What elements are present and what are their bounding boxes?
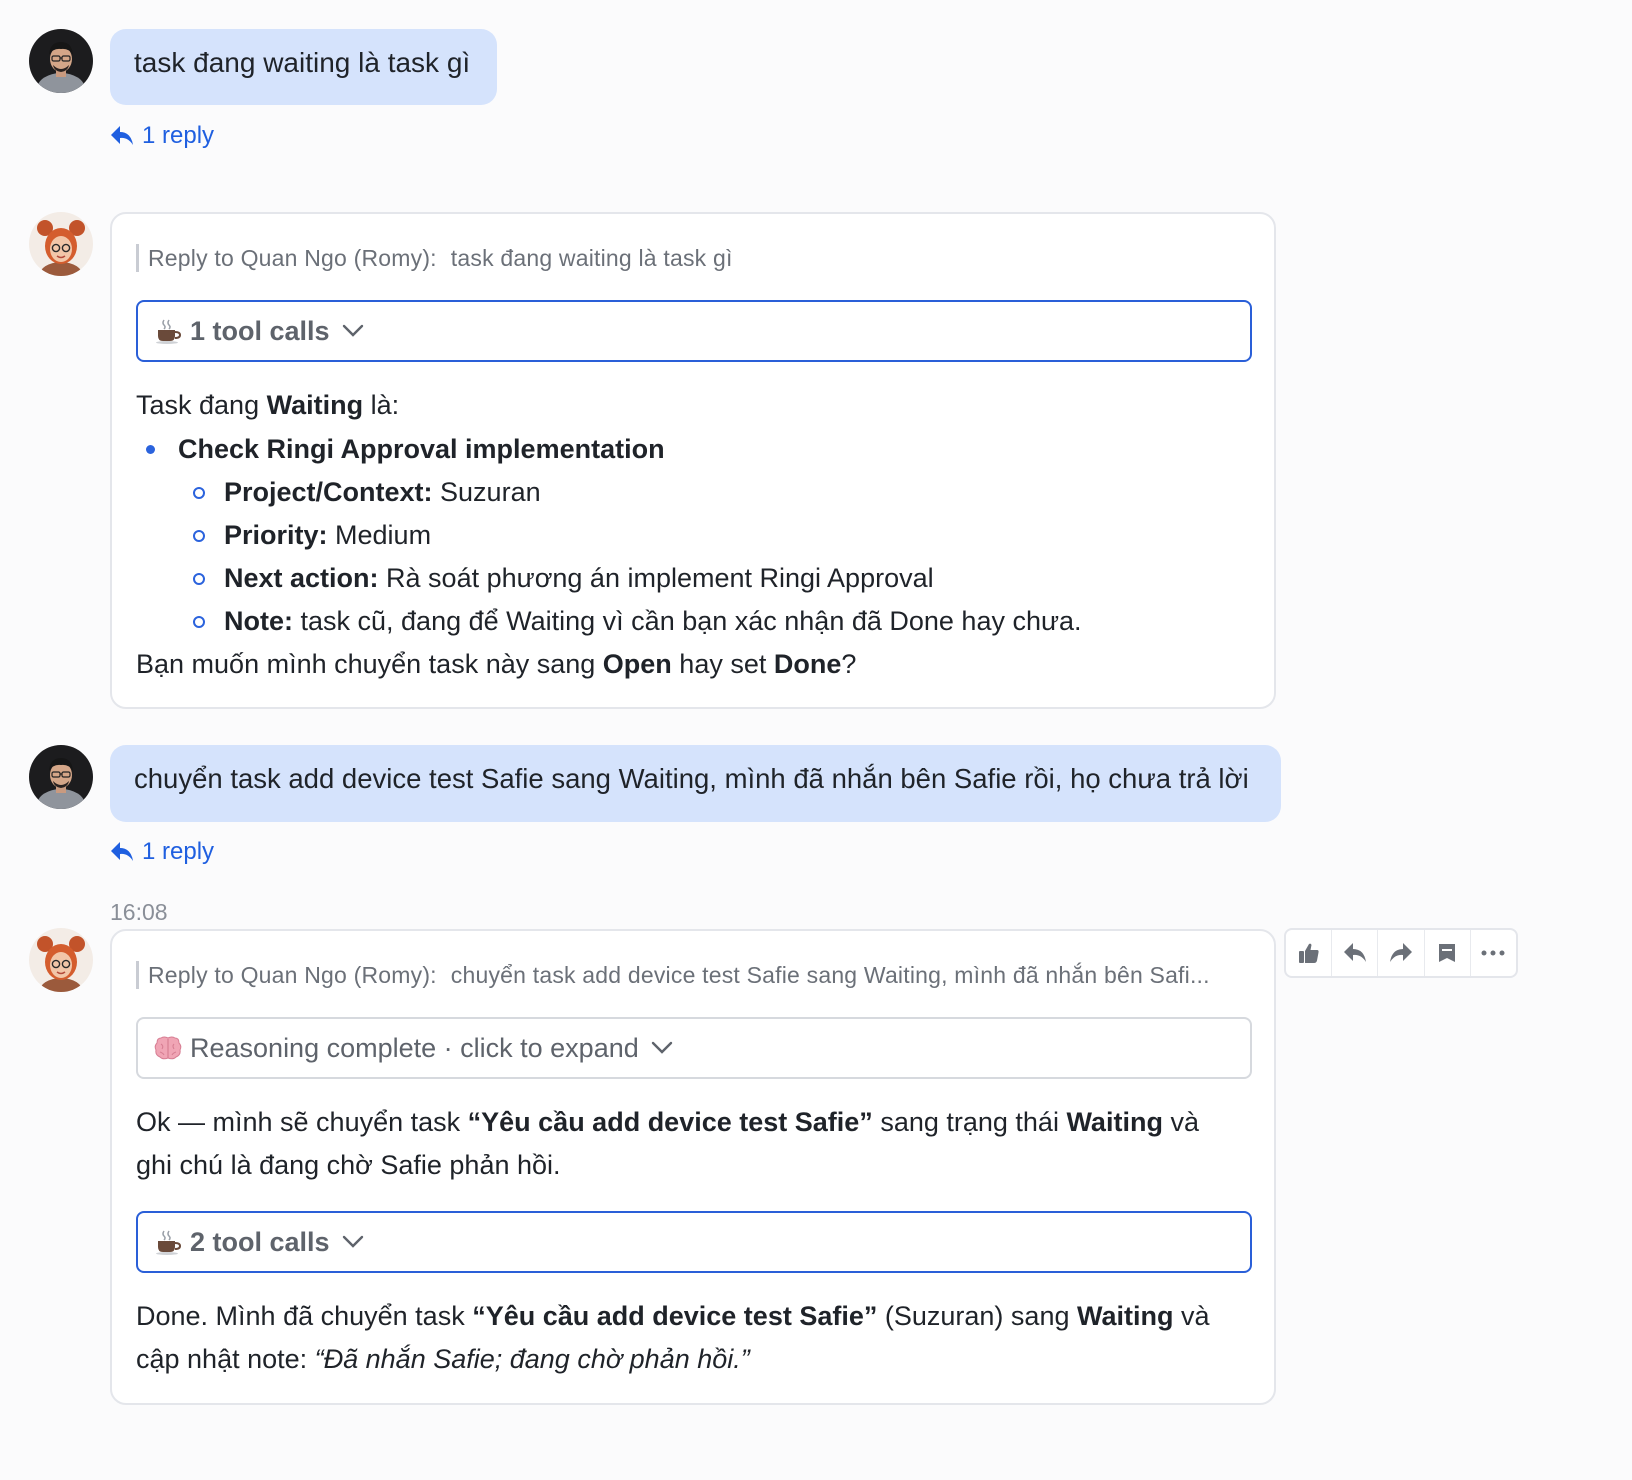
bot-message-card: Reply to Quan Ngo (Romy): task đang waiti…: [110, 212, 1276, 709]
user-avatar[interactable]: [29, 745, 93, 809]
reply-arrow-icon: [110, 125, 134, 147]
sub-bullet-marker: [193, 573, 205, 585]
done-message-line2: cập nhật note: “Đã nhắn Safie; đang chờ …: [136, 1344, 750, 1374]
bot-message-card: Reply to Quan Ngo (Romy): chuyển task add…: [110, 929, 1276, 1405]
task-detail-project: Project/Context: Suzuran: [224, 477, 541, 507]
thumbs-up-icon[interactable]: [1286, 930, 1333, 976]
answer-intro: Task đang Waiting là:: [136, 390, 400, 420]
chevron-down-icon: [342, 324, 364, 338]
done-message-line1: Done. Mình đã chuyển task “Yêu cầu add d…: [136, 1301, 1210, 1331]
forward-icon[interactable]: [1378, 930, 1425, 976]
reasoning-label: Reasoning complete · click to expand: [190, 1032, 639, 1063]
task-detail-note: Note: task cũ, đang để Waiting vì cần bạ…: [224, 606, 1082, 636]
reasoning-expander[interactable]: Reasoning complete · click to expand: [136, 1017, 1252, 1079]
tool-calls-label: 2 tool calls: [190, 1226, 330, 1257]
bullet-marker: [146, 445, 155, 454]
task-detail-priority: Priority: Medium: [224, 520, 432, 550]
tool-calls-expander[interactable]: 2 tool calls: [136, 1211, 1252, 1273]
chevron-down-icon: [342, 1235, 364, 1249]
user-message-bubble: task đang waiting là task gì: [110, 29, 497, 105]
reply-count: 1 reply: [142, 838, 215, 865]
user-message-text: chuyển task add device test Safie sang W…: [134, 763, 1249, 794]
user-message-text: task đang waiting là task gì: [134, 47, 471, 78]
sub-bullet-marker: [193, 530, 205, 542]
reply-arrow-icon: [110, 841, 134, 863]
reply-quote[interactable]: Reply to Quan Ngo (Romy): task đang waiti…: [136, 244, 1248, 272]
reply-quote-text: chuyển task add device test Safie sang W…: [450, 962, 1210, 988]
ok-message-line2: ghi chú là đang chờ Safie phản hồi.: [136, 1150, 561, 1180]
chevron-down-icon: [651, 1041, 673, 1055]
answer-question: Bạn muốn mình chuyển task này sang Open …: [136, 649, 857, 679]
archive-icon[interactable]: [1425, 930, 1471, 976]
reply-icon[interactable]: [1332, 930, 1379, 976]
coffee-icon: [154, 1228, 182, 1256]
reply-quote-text: task đang waiting là task gì: [450, 245, 733, 271]
thread-reply-link[interactable]: 1 reply: [110, 122, 214, 150]
ok-message-line1: Ok — mình sẽ chuyển task “Yêu cầu add de…: [136, 1107, 1199, 1137]
sub-bullet-marker: [193, 487, 205, 499]
tool-calls-label: 1 tool calls: [190, 315, 330, 346]
tool-calls-expander[interactable]: 1 tool calls: [136, 300, 1252, 362]
reply-quote-label: Reply to Quan Ngo (Romy):: [148, 245, 437, 271]
message-action-toolbar: [1284, 928, 1518, 978]
bot-avatar[interactable]: [29, 212, 93, 276]
thread-reply-link[interactable]: 1 reply: [110, 838, 214, 866]
message-timestamp: 16:08: [110, 899, 168, 925]
reply-count: 1 reply: [142, 122, 215, 149]
user-avatar[interactable]: [29, 29, 93, 93]
coffee-icon: [154, 317, 182, 345]
user-message-bubble: chuyển task add device test Safie sang W…: [110, 745, 1281, 822]
more-icon[interactable]: [1471, 930, 1516, 976]
bot-avatar[interactable]: [29, 928, 93, 992]
sub-bullet-marker: [193, 616, 205, 628]
task-title: Check Ringi Approval implementation: [178, 434, 665, 464]
reply-quote[interactable]: Reply to Quan Ngo (Romy): chuyển task add…: [136, 961, 1248, 989]
brain-icon: [154, 1034, 182, 1062]
reply-quote-label: Reply to Quan Ngo (Romy):: [148, 962, 437, 988]
task-detail-next-action: Next action: Rà soát phương án implement…: [224, 563, 934, 593]
